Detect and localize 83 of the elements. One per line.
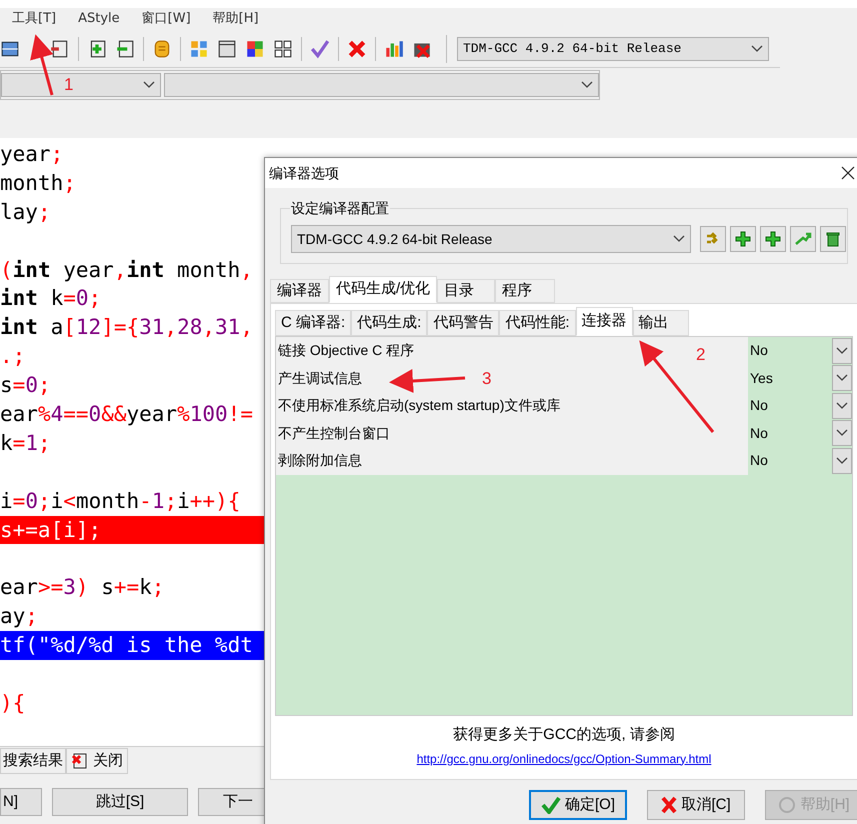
close-tab[interactable]: 关闭 <box>66 748 128 774</box>
option-select[interactable]: Yes <box>748 364 852 392</box>
tab[interactable]: 编译器 <box>270 279 329 303</box>
bar-chart-icon[interactable] <box>384 38 404 58</box>
code-line: ay; <box>0 603 39 630</box>
tiles-icon[interactable] <box>245 38 265 58</box>
code-line: s=0; <box>0 372 52 400</box>
tab[interactable]: 代码生成/优化 <box>329 276 438 303</box>
code-line: (int year,int month, <box>0 256 254 284</box>
chevron-down-icon <box>836 456 848 465</box>
code-line: ){ <box>0 690 26 717</box>
tab[interactable]: 代码生成: <box>351 310 428 336</box>
class-select[interactable] <box>1 73 161 97</box>
code-line: month; <box>0 170 77 197</box>
search-button[interactable]: N] <box>0 788 42 816</box>
tab[interactable]: 目录 <box>437 279 496 303</box>
code-line: .; <box>0 343 26 370</box>
menu-item[interactable]: AStyle <box>78 9 120 29</box>
tag-icon[interactable] <box>152 38 172 58</box>
chevron-down-icon <box>751 44 763 52</box>
remove-icon[interactable] <box>115 38 135 58</box>
export-icon <box>794 230 812 248</box>
chevron-down-icon <box>143 81 155 89</box>
window-icon[interactable] <box>217 38 237 58</box>
check-icon <box>541 796 561 814</box>
trash-icon <box>824 230 842 248</box>
add-icon <box>764 230 782 248</box>
close-icon <box>71 752 89 770</box>
code-line: lay; <box>0 198 52 226</box>
chevron-down-icon <box>836 429 848 438</box>
option-label: 不产生控制台窗口 <box>276 420 748 447</box>
chevron-down-icon <box>836 402 848 410</box>
option-select[interactable]: No <box>748 420 852 447</box>
profile-select[interactable]: TDM-GCC 4.9.2 64-bit Release <box>291 225 691 253</box>
annotation-arrow <box>30 34 54 96</box>
tab[interactable]: 代码警告 <box>427 310 500 336</box>
menu-item[interactable]: 工具[T] <box>12 9 56 29</box>
annotation-number: 2 <box>696 344 706 366</box>
code-line: year; <box>0 141 64 168</box>
tab[interactable]: 输出 <box>632 310 689 336</box>
trash-button[interactable] <box>820 226 846 252</box>
dialog-title: 编译器选项 <box>269 164 339 182</box>
squares-icon[interactable] <box>273 38 293 58</box>
cross-icon <box>661 796 678 814</box>
chevron-down-icon <box>581 81 593 89</box>
code-line: k=1; <box>0 430 52 457</box>
group-label: 设定编译器配置 <box>290 198 390 218</box>
search-results-tab[interactable]: 搜索结果 <box>0 748 66 774</box>
code-line: ear%4==0&&year%100!= <box>0 401 254 428</box>
annotation-number: 3 <box>482 368 492 390</box>
help-note: 获得更多关于GCC的选项, 请参阅 <box>452 725 676 745</box>
compiler-select[interactable]: TDM-GCC 4.9.2 64-bit Release <box>457 36 769 60</box>
option-label: 不使用标准系统启动(system startup)文件或库 <box>276 392 748 420</box>
delete-icon[interactable] <box>347 38 367 58</box>
code-line: ear>=3) s+=k; <box>0 574 166 602</box>
check-icon[interactable] <box>310 38 330 58</box>
annotation-number: 1 <box>64 74 74 96</box>
add-button[interactable] <box>760 226 786 252</box>
code-line: int k=0; <box>0 285 102 312</box>
close-icon[interactable] <box>841 166 855 180</box>
chevron-down-icon <box>836 374 848 382</box>
tab[interactable]: 连接器 <box>576 307 633 336</box>
tab[interactable]: 程序 <box>495 279 556 303</box>
code-line: i=0;i<month-1;i++){ <box>0 488 242 515</box>
chevron-down-icon <box>836 346 848 355</box>
search-button[interactable]: 跳过[S] <box>52 788 188 816</box>
add-button[interactable] <box>730 226 756 252</box>
menu-item[interactable]: 窗口[W] <box>142 9 191 29</box>
insert-icon[interactable] <box>50 38 70 58</box>
option-label: 剥除附加信息 <box>276 447 748 474</box>
add-icon <box>734 230 752 248</box>
option-select[interactable]: No <box>748 392 852 420</box>
gcc-link[interactable]: http://gcc.gnu.org/onlinedocs/gcc/Option-Summary.html <box>416 750 712 768</box>
tab[interactable]: C 编译器: <box>275 310 352 336</box>
chevron-down-icon <box>673 235 685 243</box>
ok-button[interactable]: 确定[O] <box>529 790 628 820</box>
tab[interactable]: 代码性能: <box>499 310 576 336</box>
option-select[interactable]: No <box>748 337 852 364</box>
menu-item[interactable]: 帮助[H] <box>212 9 259 29</box>
grid-icon[interactable] <box>189 38 209 58</box>
option-select[interactable]: No <box>748 447 852 474</box>
cancel-button[interactable]: 取消[C] <box>647 790 746 820</box>
code-line: int a[12]={31,28,31, <box>0 314 254 342</box>
